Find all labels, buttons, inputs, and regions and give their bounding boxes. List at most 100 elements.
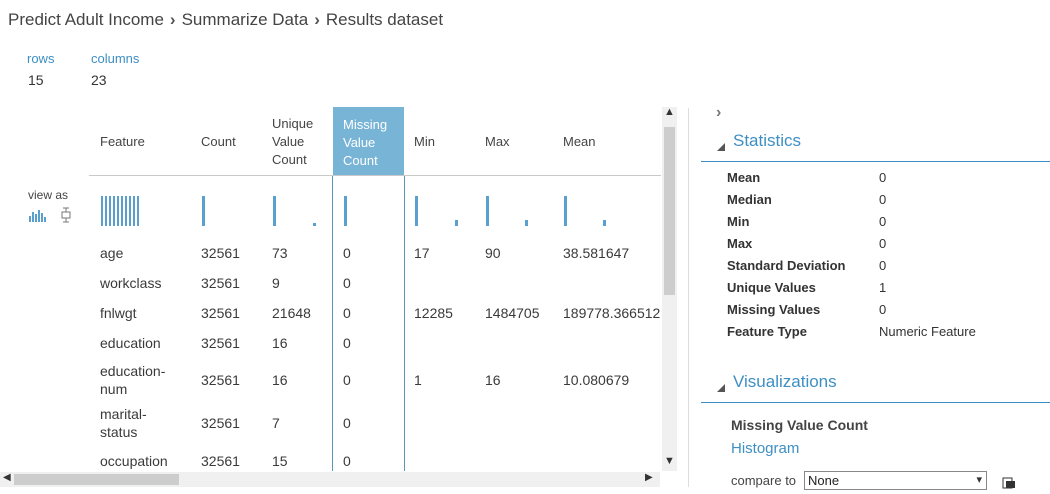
header-divider xyxy=(89,175,661,176)
statistics-collapse-icon[interactable] xyxy=(716,139,726,157)
column-header-mean[interactable]: Mean xyxy=(563,133,596,151)
statistic-value: 0 xyxy=(879,258,887,273)
visualization-type-link[interactable]: Histogram xyxy=(731,440,799,457)
compare-to-label: compare to xyxy=(731,473,797,488)
count-cell: 32561 xyxy=(201,415,240,431)
unique-value-count-cell: 15 xyxy=(272,453,288,469)
max-cell: 90 xyxy=(485,245,501,261)
compare-to-value: None xyxy=(808,473,840,488)
scroll-left-arrow-icon[interactable]: ◀ xyxy=(3,472,11,483)
min-cell: 12285 xyxy=(414,305,453,321)
header-line: Count xyxy=(272,152,307,167)
breadcrumb-item-module[interactable]: Summarize Data xyxy=(182,10,309,29)
count-cell: 32561 xyxy=(201,275,240,291)
mean-cell: 189778.366512 xyxy=(563,305,661,321)
compare-to-select[interactable]: None ▾ xyxy=(804,471,987,490)
feature-cell: age xyxy=(100,245,124,261)
column-header-unique-value-count[interactable]: Unique Value Count xyxy=(272,115,313,169)
header-line: Unique xyxy=(272,116,314,131)
breadcrumb-item-experiment[interactable]: Predict Adult Income xyxy=(8,10,164,29)
count-cell: 32561 xyxy=(201,335,240,351)
statistic-label: Unique Values xyxy=(727,280,816,295)
statistic-value: 0 xyxy=(879,170,887,185)
collapse-panel-chevron-icon[interactable]: › xyxy=(716,104,721,122)
unique-value-count-cell: 16 xyxy=(272,335,288,351)
statistics-section-title[interactable]: Statistics xyxy=(733,131,801,151)
column-header-max[interactable]: Max xyxy=(485,133,510,151)
feature-sparkline[interactable] xyxy=(101,196,141,226)
statistic-label: Standard Deviation xyxy=(727,258,846,273)
statistic-label: Min xyxy=(727,214,750,229)
column-header-missing-value-count[interactable]: Missing Value Count xyxy=(333,107,404,175)
min-sparkline-tail xyxy=(455,220,458,226)
mean-cell: 38.581647 xyxy=(563,245,630,261)
max-sparkline-tail xyxy=(525,220,528,226)
statistic-label: Feature Type xyxy=(727,324,807,339)
statistics-divider xyxy=(701,161,1050,162)
feature-cell: occupation xyxy=(100,453,168,469)
statistic-label: Median xyxy=(727,192,772,207)
visualizations-section-title[interactable]: Visualizations xyxy=(733,372,837,392)
panel-splitter[interactable] xyxy=(688,108,689,487)
feature-line: status xyxy=(100,424,138,440)
unique-value-count-cell: 73 xyxy=(272,245,288,261)
statistic-value: 0 xyxy=(879,302,887,317)
min-sparkline[interactable] xyxy=(415,196,418,226)
feature-cell: workclass xyxy=(100,275,162,291)
statistic-value: 1 xyxy=(879,280,887,295)
export-icon[interactable] xyxy=(1002,476,1016,494)
unique-sparkline[interactable] xyxy=(273,196,276,226)
max-cell: 16 xyxy=(485,372,501,388)
feature-line: marital- xyxy=(100,406,147,422)
unique-value-count-cell: 9 xyxy=(272,275,280,291)
rows-label: rows xyxy=(27,51,55,66)
statistic-value: 0 xyxy=(879,192,887,207)
unique-sparkline-tail xyxy=(313,223,316,226)
scroll-up-arrow-icon[interactable]: ▲ xyxy=(664,106,675,118)
feature-cell: fnlwgt xyxy=(100,305,137,321)
unique-value-count-cell: 21648 xyxy=(272,305,311,321)
visualizations-divider xyxy=(701,402,1050,403)
boxplot-view-icon[interactable] xyxy=(60,207,72,223)
feature-cell: education xyxy=(100,335,161,351)
count-cell: 32561 xyxy=(201,245,240,261)
column-header-count[interactable]: Count xyxy=(201,133,236,151)
vertical-scrollbar-thumb[interactable] xyxy=(664,127,675,295)
min-cell: 1 xyxy=(414,372,422,388)
count-cell: 32561 xyxy=(201,453,240,469)
histogram-view-icon[interactable] xyxy=(28,207,48,223)
scroll-down-arrow-icon[interactable]: ▼ xyxy=(664,455,675,467)
statistic-value: 0 xyxy=(879,214,887,229)
missing-value-count-cell: 0 xyxy=(343,305,351,321)
mean-cell: 10.080679 xyxy=(563,372,630,388)
columns-label: columns xyxy=(91,51,140,66)
max-cell: 1484705 xyxy=(485,305,540,321)
missing-value-count-cell: 0 xyxy=(343,275,351,291)
mean-sparkline[interactable] xyxy=(564,196,567,226)
visualizations-collapse-icon[interactable] xyxy=(716,380,726,398)
column-header-feature[interactable]: Feature xyxy=(100,133,145,151)
unique-value-count-cell: 7 xyxy=(272,415,280,431)
visualization-subtitle: Missing Value Count xyxy=(731,417,868,433)
count-sparkline[interactable] xyxy=(202,196,205,226)
missing-sparkline[interactable] xyxy=(344,196,347,226)
statistic-value: 0 xyxy=(879,236,887,251)
header-line: Missing xyxy=(343,117,388,132)
feature-cell: marital-status xyxy=(100,405,147,441)
statistic-label: Max xyxy=(727,236,753,251)
breadcrumb-item-dataset: Results dataset xyxy=(325,10,444,29)
scroll-right-arrow-icon[interactable]: ▶ xyxy=(645,472,653,483)
unique-value-count-cell: 16 xyxy=(272,372,288,388)
statistic-label: Missing Values xyxy=(727,302,821,317)
horizontal-scrollbar-thumb[interactable] xyxy=(14,474,179,485)
statistic-label: Mean xyxy=(727,170,761,185)
count-cell: 32561 xyxy=(201,305,240,321)
missing-value-count-cell: 0 xyxy=(343,372,351,388)
missing-value-count-cell: 0 xyxy=(343,245,351,261)
count-cell: 32561 xyxy=(201,372,240,388)
max-sparkline[interactable] xyxy=(486,196,489,226)
column-header-min[interactable]: Min xyxy=(414,133,435,151)
missing-value-count-cell: 0 xyxy=(343,335,351,351)
view-as-label: view as xyxy=(28,188,69,202)
breadcrumb: Predict Adult Income › Summarize Data › Resu… xyxy=(8,10,443,30)
